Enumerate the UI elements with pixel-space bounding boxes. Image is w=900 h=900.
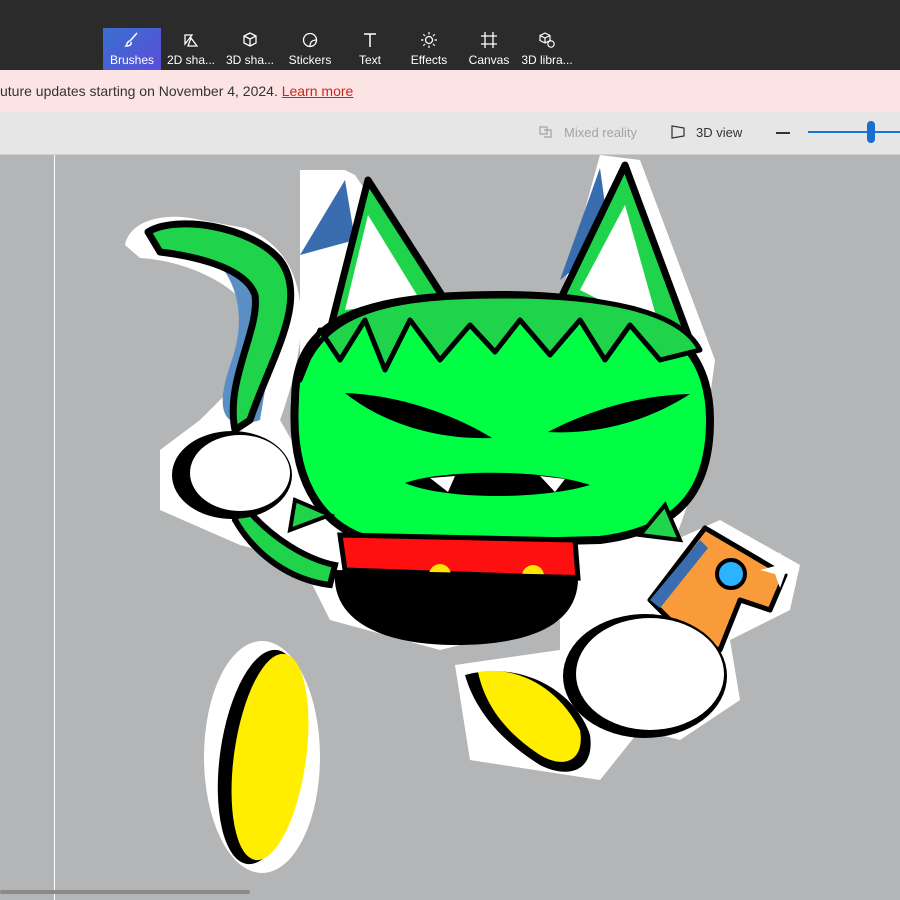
mixed-reality-button[interactable]: Mixed reality: [538, 124, 637, 140]
mixed-reality-icon: [539, 126, 552, 138]
2d-shapes-tool-button[interactable]: 2D sha...: [162, 28, 220, 70]
canvas-icon: [460, 31, 518, 53]
notification-banner: uture updates starting on November 4, 20…: [0, 70, 900, 112]
canvas-tool-button[interactable]: Canvas: [460, 28, 518, 70]
3d-library-icon: [518, 31, 576, 53]
3d-view-icon: [671, 125, 685, 139]
zoom-slider-thumb[interactable]: [867, 121, 875, 143]
text-icon: [341, 31, 399, 53]
view-bar: Mixed reality 3D view: [0, 112, 900, 155]
2d-shapes-icon: [162, 31, 220, 53]
3d-shapes-icon: [221, 31, 279, 53]
brushes-tool-button[interactable]: Brushes: [103, 28, 161, 70]
cat-drawing[interactable]: [0, 155, 900, 900]
stickers-icon: [281, 31, 339, 53]
brush-icon: [103, 31, 161, 53]
zoom-slider[interactable]: [808, 131, 900, 133]
3d-library-tool-button[interactable]: 3D libra...: [518, 28, 576, 70]
horizontal-scrollbar[interactable]: [0, 890, 250, 894]
effects-tool-button[interactable]: Effects: [400, 28, 458, 70]
learn-more-link[interactable]: Learn more: [282, 83, 354, 99]
stickers-tool-button[interactable]: Stickers: [281, 28, 339, 70]
zoom-out-button[interactable]: [776, 132, 790, 134]
effects-icon: [400, 31, 458, 53]
3d-shapes-tool-button[interactable]: 3D sha...: [221, 28, 279, 70]
banner-message: uture updates starting on November 4, 20…: [0, 83, 354, 99]
text-tool-button[interactable]: Text: [341, 28, 399, 70]
top-toolbar: Brushes 2D sha... 3D sha... Stickers Tex…: [0, 0, 900, 70]
3d-view-button[interactable]: 3D view: [670, 124, 742, 140]
